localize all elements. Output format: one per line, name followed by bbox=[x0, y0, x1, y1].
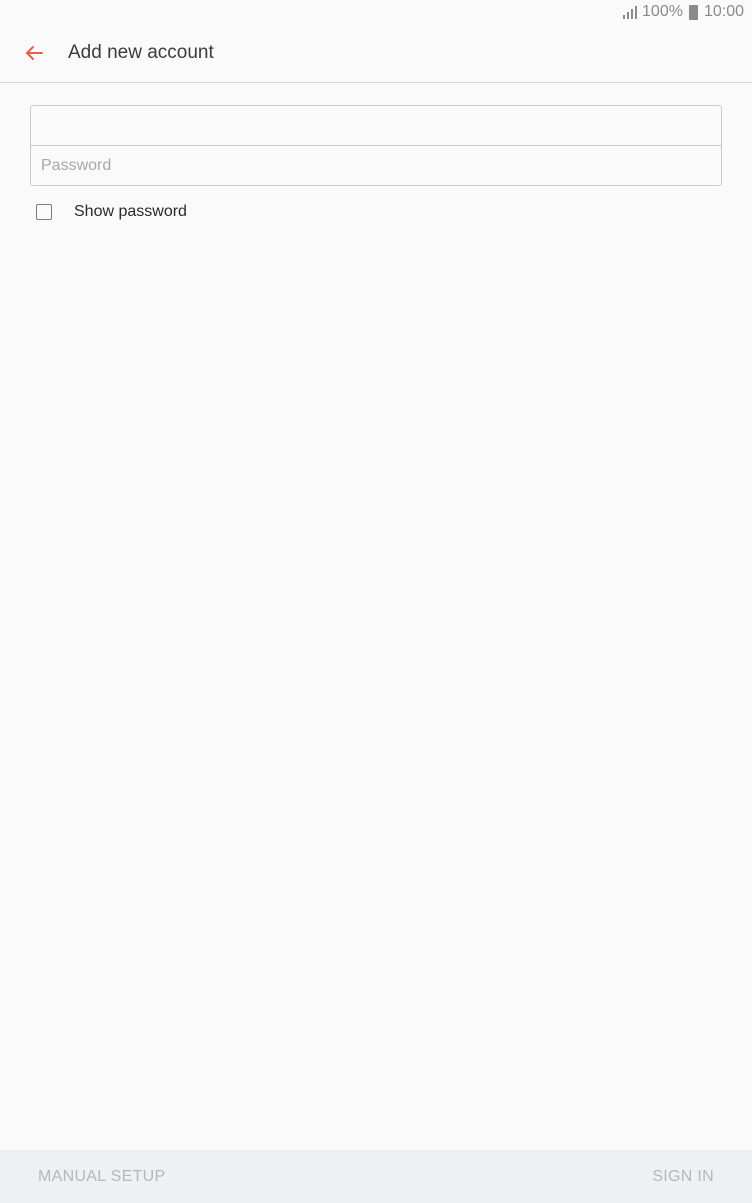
show-password-row[interactable]: Show password bbox=[30, 203, 722, 221]
email-field[interactable] bbox=[31, 106, 721, 145]
page-title: Add new account bbox=[68, 42, 214, 63]
arrow-left-icon bbox=[26, 46, 43, 60]
account-form: Show password bbox=[30, 105, 722, 221]
clock: 10:00 bbox=[703, 3, 744, 20]
battery-percent: 100% bbox=[642, 3, 683, 20]
password-field[interactable] bbox=[31, 146, 721, 185]
show-password-checkbox[interactable] bbox=[36, 204, 52, 220]
status-bar: 100% 10:00 bbox=[0, 0, 752, 24]
sign-in-button[interactable]: SIGN IN bbox=[652, 1168, 714, 1186]
signal-icon bbox=[623, 6, 638, 19]
bottom-action-bar: MANUAL SETUP SIGN IN bbox=[0, 1150, 752, 1203]
app-bar: Add new account bbox=[0, 24, 752, 83]
show-password-label: Show password bbox=[74, 203, 187, 220]
manual-setup-button[interactable]: MANUAL SETUP bbox=[38, 1168, 165, 1186]
battery-icon bbox=[688, 4, 698, 20]
back-button[interactable] bbox=[12, 31, 56, 75]
credentials-input-group bbox=[30, 105, 722, 186]
